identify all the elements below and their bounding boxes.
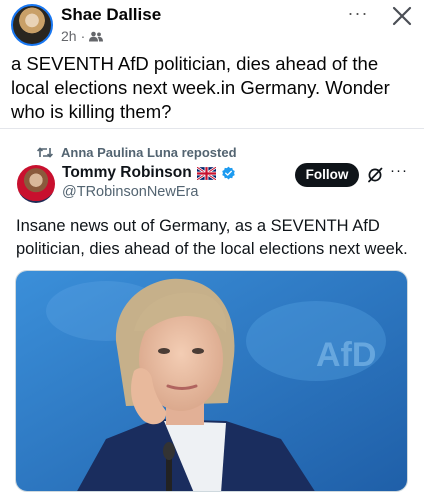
repost-label[interactable]: Anna Paulina Luna reposted [61, 145, 237, 160]
grok-icon[interactable] [367, 167, 383, 183]
tweet-author-label[interactable]: Tommy Robinson [62, 164, 192, 182]
verified-icon [222, 166, 235, 179]
tweet-avatar[interactable] [17, 165, 55, 203]
photo-illustration: AfD [16, 271, 407, 491]
bottom-strip [0, 494, 424, 500]
media-watermark: AfD [316, 336, 376, 374]
post-text: a SEVENTH AfD politician, dies ahead of … [11, 53, 390, 122]
post-time[interactable]: 2h [61, 28, 77, 44]
repost-icon [37, 147, 53, 158]
repost-indicator: Anna Paulina Luna reposted [37, 145, 237, 160]
uk-flag-icon [196, 166, 216, 180]
post-header: Shae Dallise 2h · ··· [0, 0, 424, 50]
tweet-more-button[interactable]: ··· [390, 162, 408, 179]
meta-separator: · [80, 28, 86, 44]
more-options-button[interactable]: ··· [345, 3, 371, 27]
post-meta: 2h · [61, 28, 104, 44]
follow-button[interactable]: Follow [295, 163, 359, 187]
divider [0, 128, 424, 129]
close-icon[interactable] [389, 3, 415, 29]
tweet-media-photo[interactable]: AfD [15, 270, 408, 492]
tweet-author-name[interactable]: Tommy Robinson [62, 164, 236, 182]
friends-icon [89, 31, 104, 41]
avatar[interactable] [11, 4, 53, 46]
tweet-handle[interactable]: @TRobinsonNewEra [62, 184, 198, 200]
post-author-name[interactable]: Shae Dallise [61, 5, 161, 25]
tweet-text: Insane news out of Germany, as a SEVENTH… [16, 217, 408, 258]
